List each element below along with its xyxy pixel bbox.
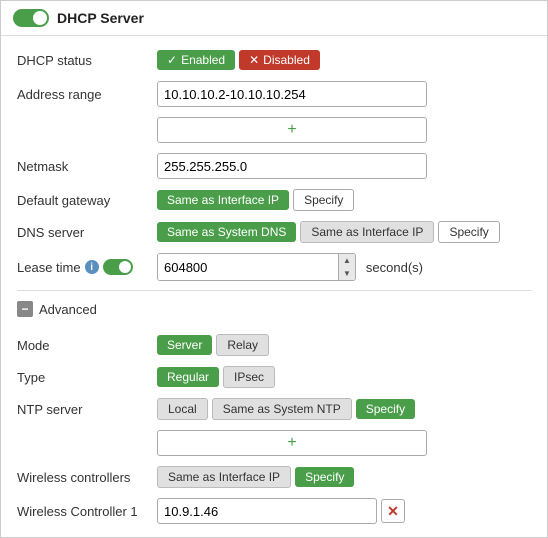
ntp-server-label: NTP server [17,402,157,417]
wireless-controller-1-label: Wireless Controller 1 [17,504,157,519]
address-range-label: Address range [17,87,157,102]
dns-server-label: DNS server [17,225,157,240]
ntp-server-controls: Local Same as System NTP Specify [157,398,531,420]
wireless-controller-1-input[interactable] [157,498,377,524]
wc-specify-button[interactable]: Specify [295,467,354,487]
mode-row: Mode Server Relay [17,329,531,361]
type-regular-button[interactable]: Regular [157,367,219,387]
address-range-add-row: + [17,112,531,148]
add-range-controls: + [157,117,531,143]
x-icon: ✕ [249,53,259,67]
netmask-row: Netmask [17,148,531,184]
mode-label: Mode [17,338,157,353]
lease-time-toggle-thumb [119,261,131,273]
dhcp-status-controls: ✓ Enabled ✕ Disabled [157,50,531,70]
wc-same-as-interface-button[interactable]: Same as Interface IP [157,466,291,488]
type-controls: Regular IPsec [157,366,531,388]
disabled-button[interactable]: ✕ Disabled [239,50,320,70]
toggle-thumb [33,11,47,25]
default-gateway-controls: Same as Interface IP Specify [157,189,531,211]
toggle-track [13,9,49,27]
gateway-same-as-interface-button[interactable]: Same as Interface IP [157,190,289,210]
ntp-add-row: + [17,425,531,461]
advanced-label: Advanced [39,302,97,317]
dns-same-as-system-button[interactable]: Same as System DNS [157,222,296,242]
address-range-controls [157,81,531,107]
ntp-specify-button[interactable]: Specify [356,399,415,419]
spinner-buttons: ▲ ▼ [338,254,355,280]
wireless-controller-1-controls: ✕ [157,498,531,524]
lease-time-input[interactable] [158,254,338,280]
add-ntp-server-button[interactable]: + [157,430,427,456]
wireless-controller-1-row: Wireless Controller 1 ✕ [17,493,531,529]
ntp-plus-icon: + [287,434,296,452]
lease-time-spinner: ▲ ▼ [157,253,356,281]
dhcp-status-row: DHCP status ✓ Enabled ✕ Disabled [17,44,531,76]
plus-icon: + [287,121,296,139]
spinner-up-button[interactable]: ▲ [339,254,355,267]
dns-same-as-interface-button[interactable]: Same as Interface IP [300,221,434,243]
wireless-controller-1-delete-button[interactable]: ✕ [381,499,405,523]
ntp-server-row: NTP server Local Same as System NTP Spec… [17,393,531,425]
check-icon: ✓ [167,53,177,67]
netmask-input[interactable] [157,153,427,179]
ntp-local-button[interactable]: Local [157,398,208,420]
type-label: Type [17,370,157,385]
dns-specify-button[interactable]: Specify [438,221,499,243]
address-range-row: Address range [17,76,531,112]
dns-server-row: DNS server Same as System DNS Same as In… [17,216,531,248]
wireless-controllers-controls: Same as Interface IP Specify [157,466,531,488]
type-ipsec-button[interactable]: IPsec [223,366,275,388]
lease-time-toggle[interactable] [103,259,133,275]
type-row: Type Regular IPsec [17,361,531,393]
dns-server-controls: Same as System DNS Same as Interface IP … [157,221,531,243]
wireless-controllers-label: Wireless controllers [17,470,157,485]
gateway-specify-button[interactable]: Specify [293,189,354,211]
default-gateway-row: Default gateway Same as Interface IP Spe… [17,184,531,216]
ntp-add-controls: + [157,430,531,456]
dhcp-server-toggle[interactable] [13,9,49,27]
mode-relay-button[interactable]: Relay [216,334,269,356]
dhcp-server-header: DHCP Server [1,1,547,36]
divider-1 [17,290,531,291]
lease-time-row: Lease time i ▲ ▼ second(s) [17,248,531,286]
default-gateway-label: Default gateway [17,193,157,208]
collapse-icon: − [17,301,33,317]
lease-time-info-icon[interactable]: i [85,260,99,274]
lease-time-controls: ▲ ▼ second(s) [157,253,531,281]
enabled-button[interactable]: ✓ Enabled [157,50,235,70]
wireless-controllers-row: Wireless controllers Same as Interface I… [17,461,531,493]
netmask-controls [157,153,531,179]
advanced-row[interactable]: − Advanced [17,295,531,323]
form-section: DHCP status ✓ Enabled ✕ Disabled Address… [1,36,547,537]
mode-controls: Server Relay [157,334,531,356]
dhcp-status-label: DHCP status [17,53,157,68]
spinner-down-button[interactable]: ▼ [339,267,355,280]
add-address-range-button[interactable]: + [157,117,427,143]
seconds-label: second(s) [366,260,423,275]
lease-time-label: Lease time i [17,259,157,275]
netmask-label: Netmask [17,159,157,174]
mode-server-button[interactable]: Server [157,335,212,355]
ntp-same-as-system-button[interactable]: Same as System NTP [212,398,352,420]
address-range-input[interactable] [157,81,427,107]
page-title: DHCP Server [57,10,144,26]
